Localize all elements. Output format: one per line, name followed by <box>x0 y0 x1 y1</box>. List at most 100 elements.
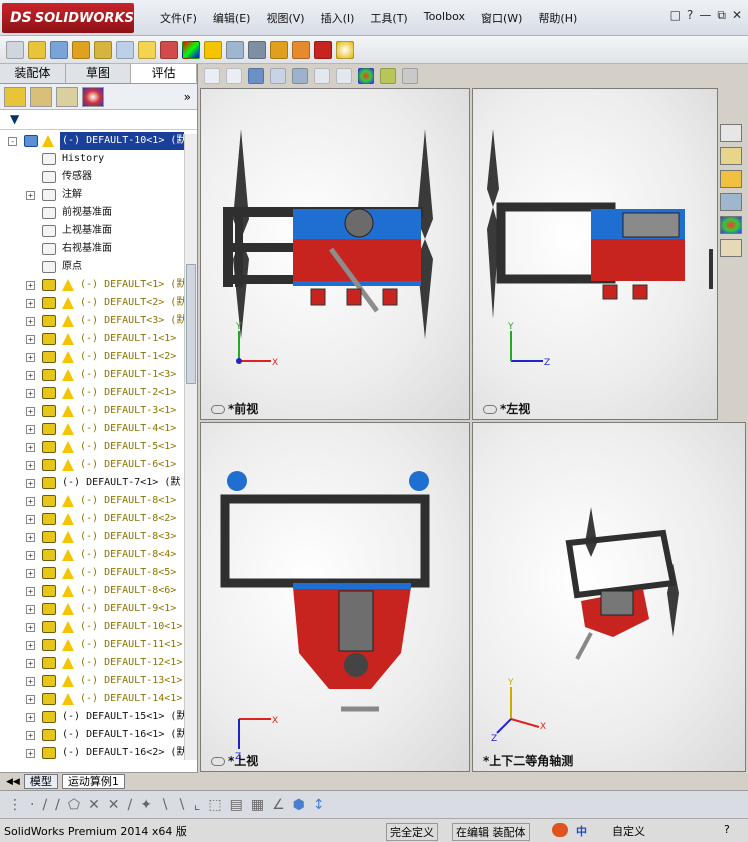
tree-item[interactable]: + (-) DEFAULT-1<2> <box>0 348 184 366</box>
solidworks-resources-icon[interactable] <box>720 124 742 142</box>
tab-model[interactable]: 模型 <box>23 774 58 789</box>
tab-motion-study[interactable]: 运动算例1 <box>61 774 125 789</box>
menu-window[interactable]: 窗口(W) <box>473 10 530 26</box>
expand-icon[interactable]: + <box>26 695 35 704</box>
expand-icon[interactable]: + <box>26 353 35 362</box>
reference-geometry-icon[interactable] <box>182 40 200 59</box>
solidworks-logo[interactable]: DS SOLIDWORKS <box>2 3 134 33</box>
expand-icon[interactable]: + <box>26 587 35 596</box>
restore-icon[interactable]: ⧉ <box>717 8 726 23</box>
appearances-icon[interactable] <box>720 216 742 234</box>
tree-item[interactable]: + (-) DEFAULT-16<2> (默 <box>0 744 184 760</box>
bill-of-materials-icon[interactable] <box>226 40 244 59</box>
menu-tools[interactable]: 工具(T) <box>362 10 415 26</box>
angle-icon[interactable]: ∠ <box>272 797 285 813</box>
view-palette-icon[interactable] <box>720 193 742 211</box>
tree-item[interactable]: + (-) DEFAULT-7<1> (默 <box>0 474 184 492</box>
help-status-icon[interactable]: ? <box>724 823 730 836</box>
move-component-icon[interactable] <box>116 40 134 59</box>
smart-fastener-icon[interactable] <box>94 40 112 59</box>
nav-left-icon[interactable]: ◀◀ <box>6 777 20 787</box>
clearance-icon[interactable] <box>314 40 332 59</box>
tree-item[interactable]: 右视基准面 <box>0 240 184 258</box>
cross-icon[interactable]: ✕ <box>88 797 100 813</box>
link-views-icon[interactable] <box>211 757 225 766</box>
tree-item[interactable]: + (-) DEFAULT-6<1> <box>0 456 184 474</box>
tree-item[interactable]: + (-) DEFAULT-4<1> <box>0 420 184 438</box>
tree-item[interactable]: + (-) DEFAULT-8<5> <box>0 564 184 582</box>
tree-item[interactable]: + (-) DEFAULT-10<1> <box>0 618 184 636</box>
apply-scene-icon[interactable] <box>380 68 396 84</box>
expand-icon[interactable]: + <box>26 641 35 650</box>
property-manager-icon[interactable] <box>30 86 52 107</box>
view-orientation-icon[interactable] <box>292 68 308 84</box>
display-manager-icon[interactable] <box>82 86 104 107</box>
ellipse-icon[interactable]: ✕ <box>108 797 120 813</box>
show-hidden-icon[interactable] <box>138 40 156 59</box>
tree-item[interactable]: + (-) DEFAULT-2<1> <box>0 384 184 402</box>
cube-icon[interactable]: ⬢ <box>293 797 305 813</box>
tree-item[interactable]: + (-) DEFAULT-15<1> (默 <box>0 708 184 726</box>
expand-icon[interactable]: + <box>26 461 35 470</box>
new-document-icon[interactable]: □ <box>670 8 681 23</box>
tree-item[interactable]: + (-) DEFAULT-12<1> <box>0 654 184 672</box>
tree-item[interactable]: History <box>0 150 184 168</box>
expand-icon[interactable]: + <box>26 191 35 200</box>
expand-icon[interactable]: + <box>26 623 35 632</box>
trim-icon[interactable]: ✦ <box>140 797 152 813</box>
expand-icon[interactable]: + <box>26 533 35 542</box>
tree-item[interactable]: + (-) DEFAULT-16<1> (默 <box>0 726 184 744</box>
zoom-to-fit-icon[interactable] <box>204 68 220 84</box>
expand-icon[interactable]: + <box>26 425 35 434</box>
feature-tree-icon[interactable] <box>4 86 26 107</box>
expand-icon[interactable]: + <box>26 551 35 560</box>
close-icon[interactable]: ✕ <box>732 8 742 23</box>
viewport-left[interactable]: Z Y *左视 <box>472 88 718 420</box>
assembly-features-icon[interactable] <box>160 40 178 59</box>
exploded-view-icon[interactable] <box>248 40 266 59</box>
file-explorer-icon[interactable] <box>720 170 742 188</box>
insert-component-icon[interactable] <box>28 40 46 59</box>
expand-icon[interactable]: + <box>26 749 35 758</box>
coordinate-icon[interactable]: ↕ <box>313 797 325 813</box>
expand-icon[interactable]: + <box>26 371 35 380</box>
tree-item[interactable]: 传感器 <box>0 168 184 186</box>
custom-properties-icon[interactable] <box>720 239 742 257</box>
tree-item[interactable]: + (-) DEFAULT-8<4> <box>0 546 184 564</box>
collapse-icon[interactable]: - <box>8 137 17 146</box>
expand-icon[interactable]: + <box>26 281 35 290</box>
menu-insert[interactable]: 插入(I) <box>313 10 363 26</box>
grid-icon[interactable]: ▦ <box>251 797 264 813</box>
tree-item[interactable]: + 注解 <box>0 186 184 204</box>
tree-item[interactable]: 原点 <box>0 258 184 276</box>
offset-icon[interactable]: ∖ <box>177 797 186 813</box>
tab-assembly[interactable]: 装配体 <box>0 64 66 83</box>
expand-icon[interactable]: + <box>26 443 35 452</box>
design-library-icon[interactable] <box>720 147 742 165</box>
tree-item[interactable]: 上视基准面 <box>0 222 184 240</box>
menu-view[interactable]: 视图(V) <box>258 10 312 26</box>
centerline-icon[interactable]: ∕ <box>55 797 60 813</box>
link-views-icon[interactable] <box>483 405 497 414</box>
zoom-area-icon[interactable] <box>226 68 242 84</box>
expand-icon[interactable]: + <box>26 569 35 578</box>
tree-item[interactable]: + (-) DEFAULT-14<1> <box>0 690 184 708</box>
expand-icon[interactable]: + <box>26 497 35 506</box>
tree-item[interactable]: 前视基准面 <box>0 204 184 222</box>
tree-item[interactable]: + (-) DEFAULT-1<3> <box>0 366 184 384</box>
tree-item[interactable]: + (-) DEFAULT-13<1> <box>0 672 184 690</box>
menu-toolbox[interactable]: Toolbox <box>416 10 473 26</box>
expand-icon[interactable]: + <box>26 479 35 488</box>
line-icon[interactable]: ∕ <box>42 797 47 813</box>
filter-row[interactable]: ▼ <box>0 110 197 130</box>
minimize-icon[interactable]: — <box>699 8 711 23</box>
expand-icon[interactable]: + <box>26 299 35 308</box>
expand-icon[interactable]: + <box>26 515 35 524</box>
tree-item[interactable]: + (-) DEFAULT<2> (默 <box>0 294 184 312</box>
interference-icon[interactable] <box>292 40 310 59</box>
polygon-icon[interactable]: ⬠ <box>68 797 80 813</box>
tree-root[interactable]: - (-) DEFAULT-10<1> (默 <box>0 132 184 150</box>
tree-item[interactable]: + (-) DEFAULT-8<2> <box>0 510 184 528</box>
edit-appearance-icon[interactable] <box>358 68 374 84</box>
tab-evaluate[interactable]: 评估 <box>131 64 198 83</box>
